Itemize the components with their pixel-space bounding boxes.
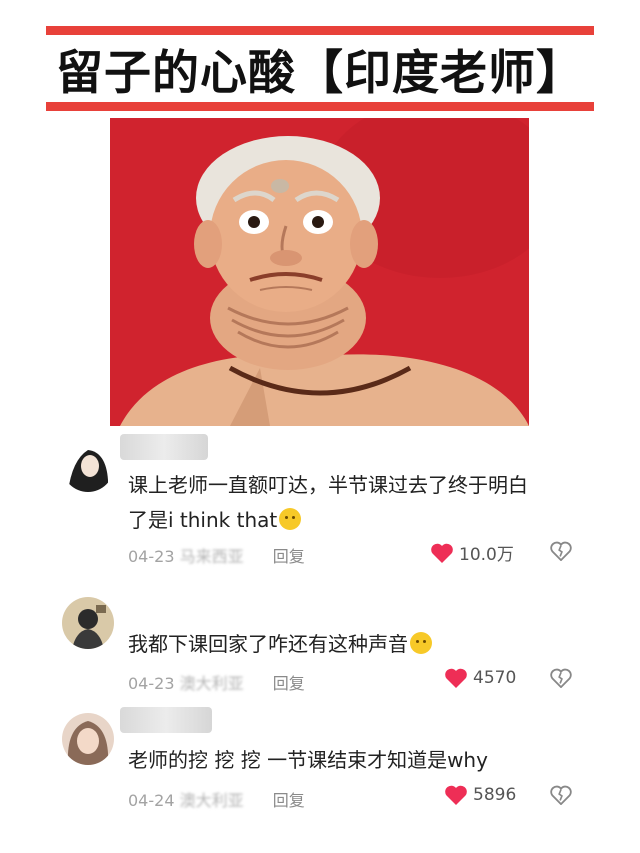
title-bar-bottom <box>46 102 594 111</box>
comment-meta: 04-23 马来西亚 回复 <box>128 543 305 567</box>
broken-heart-icon <box>550 668 572 689</box>
avatar[interactable] <box>62 597 114 649</box>
comment-location: 马来西亚 <box>179 547 244 566</box>
page-title: 留子的心酸【印度老师】 <box>56 45 584 101</box>
reply-button[interactable]: 回复 <box>273 547 305 566</box>
reply-button[interactable]: 回复 <box>273 791 305 810</box>
username-blurred[interactable] <box>120 434 208 460</box>
broken-heart-icon <box>550 541 572 562</box>
heart-icon <box>445 785 467 805</box>
username-blurred[interactable] <box>120 707 212 733</box>
dislike-button[interactable] <box>550 541 572 565</box>
comment-line-1: 老师的挖 挖 挖 一节课结束才知道是why <box>128 748 488 772</box>
comment-date: 04-24 <box>128 791 175 810</box>
heart-icon <box>431 543 453 563</box>
comment-location: 澳大利亚 <box>179 791 244 810</box>
avatar[interactable] <box>62 713 114 765</box>
comment-text: 课上老师一直额叮达，半节课过去了终于明白 了是i think that <box>128 468 598 538</box>
like-count: 10.0万 <box>459 545 514 565</box>
comment-text: 老师的挖 挖 挖 一节课结束才知道是why <box>128 743 598 778</box>
broken-heart-icon <box>550 785 572 806</box>
comment-line-1: 我都下课回家了咋还有这种声音 <box>128 632 408 656</box>
sweat-smile-emoji-icon <box>279 508 302 530</box>
crying-face-emoji-icon <box>410 632 432 654</box>
meme-photo <box>110 118 529 426</box>
comment-date: 04-23 <box>128 547 175 566</box>
like-count: 5896 <box>473 785 517 805</box>
comment-text: 我都下课回家了咋还有这种声音 <box>128 627 598 662</box>
comment-meta: 04-24 澳大利亚 回复 <box>128 787 305 811</box>
reply-button[interactable]: 回复 <box>273 674 305 693</box>
like-button[interactable]: 10.0万 <box>430 540 514 565</box>
comment-meta: 04-23 澳大利亚 回复 <box>128 670 305 694</box>
heart-icon <box>445 668 467 688</box>
like-count: 4570 <box>473 668 517 688</box>
comment-line-1: 课上老师一直额叮达，半节课过去了终于明白 <box>128 473 528 497</box>
avatar[interactable] <box>62 440 114 492</box>
comment-date: 04-23 <box>128 674 175 693</box>
comment-line-2: 了是i think that <box>128 508 278 532</box>
like-button[interactable]: 4570 <box>444 667 516 689</box>
like-button[interactable]: 5896 <box>444 784 516 806</box>
comment-location: 澳大利亚 <box>179 674 244 693</box>
dislike-button[interactable] <box>550 785 572 809</box>
dislike-button[interactable] <box>550 668 572 692</box>
